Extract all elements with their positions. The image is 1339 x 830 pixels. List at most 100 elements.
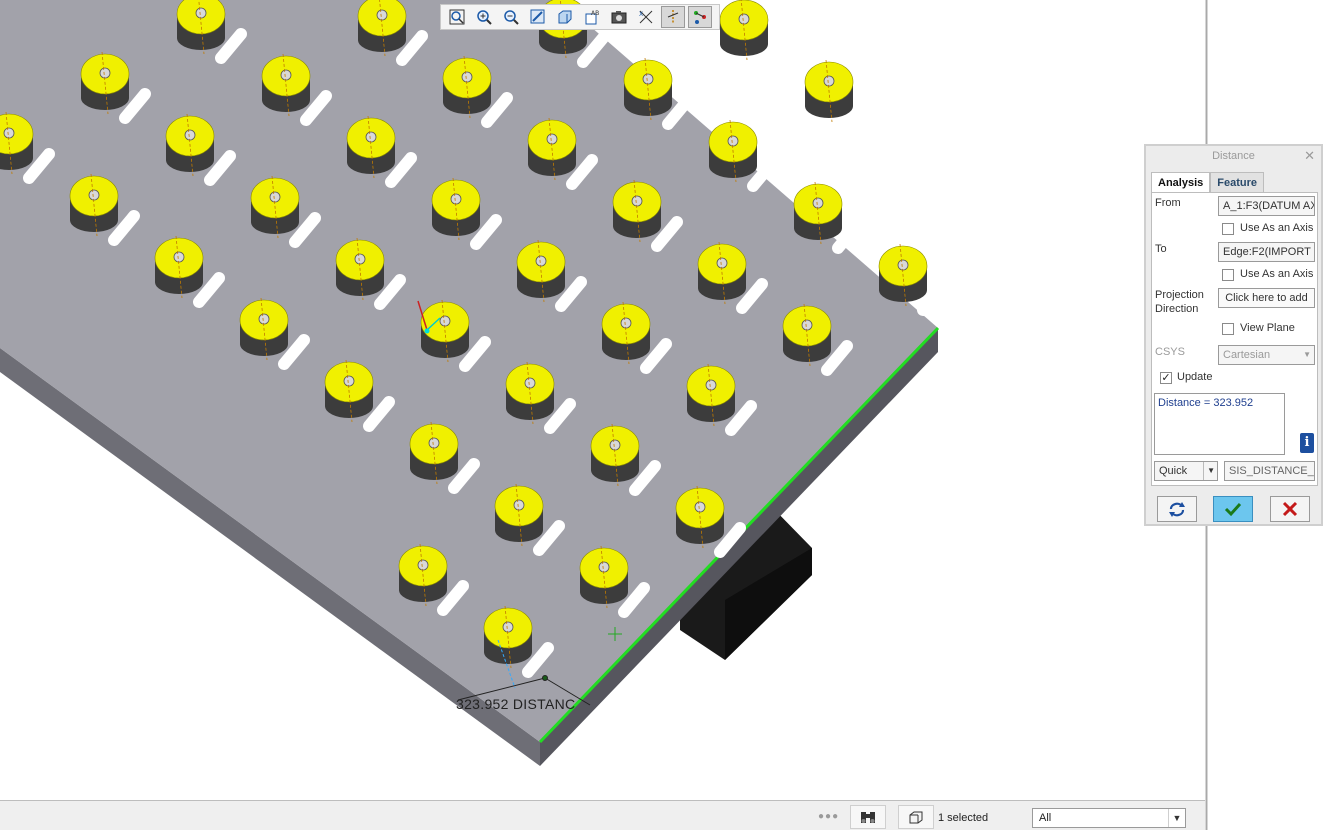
progress-dots-icon: ●●● bbox=[818, 811, 840, 822]
view-plane-checkbox[interactable] bbox=[1222, 323, 1234, 335]
cylinder[interactable] bbox=[708, 119, 758, 183]
distance-dimension-label[interactable]: 323.952 DISTANC bbox=[456, 696, 575, 712]
analysis-panel: From A_1:F3(DATUM AX Use As an Axis To E… bbox=[1151, 192, 1318, 486]
datum-point-display-button[interactable] bbox=[688, 6, 712, 28]
tab-feature[interactable]: Feature bbox=[1210, 172, 1264, 192]
cylinder[interactable] bbox=[804, 59, 854, 123]
cylinder[interactable] bbox=[782, 303, 832, 367]
cylinder[interactable] bbox=[357, 0, 407, 57]
camera-icon bbox=[611, 11, 627, 24]
projection-label-line1: Projection bbox=[1155, 289, 1204, 301]
distance-dialog: Distance ✕ Analysis Feature From A_1:F3(… bbox=[1144, 144, 1323, 526]
refresh-icon bbox=[1169, 502, 1185, 517]
selection-count: 1 selected bbox=[938, 812, 989, 824]
cylinder[interactable] bbox=[516, 239, 566, 303]
datum-display-button[interactable]: X bbox=[634, 6, 658, 28]
dialog-title-bar[interactable]: Distance ✕ bbox=[1146, 146, 1321, 166]
csys-label: CSYS bbox=[1155, 346, 1185, 358]
svg-text:X: X bbox=[639, 11, 643, 18]
mode-value: Quick bbox=[1159, 465, 1188, 477]
cylinder[interactable] bbox=[527, 117, 577, 181]
cylinder[interactable] bbox=[675, 485, 725, 549]
screenshot-button[interactable] bbox=[607, 6, 631, 28]
chevron-down-icon[interactable]: ▼ bbox=[1168, 809, 1185, 827]
to-label: To bbox=[1155, 243, 1167, 255]
model-scene[interactable] bbox=[0, 0, 1205, 800]
cylinder[interactable] bbox=[483, 605, 533, 669]
cylinder[interactable] bbox=[250, 175, 300, 239]
selection-filter-button[interactable] bbox=[898, 805, 934, 829]
cylinder[interactable] bbox=[686, 363, 736, 427]
svg-text:AB: AB bbox=[591, 10, 599, 17]
mode-select[interactable]: Quick ▼ bbox=[1154, 461, 1218, 481]
cylinder[interactable] bbox=[623, 57, 673, 121]
update-label: Update bbox=[1177, 371, 1213, 383]
update-checkbox[interactable]: ✓ bbox=[1160, 372, 1172, 384]
display-style-button[interactable] bbox=[553, 6, 577, 28]
csys-value: Cartesian bbox=[1223, 349, 1271, 361]
projection-direction-button[interactable]: Click here to add bbox=[1218, 288, 1315, 308]
cancel-button[interactable] bbox=[1270, 496, 1310, 522]
cylinder[interactable] bbox=[505, 361, 555, 425]
cylinder[interactable] bbox=[431, 177, 481, 241]
from-label: From bbox=[1155, 197, 1181, 209]
cylinder[interactable] bbox=[239, 297, 289, 361]
zoom-out-button[interactable] bbox=[499, 6, 523, 28]
display-style-icon bbox=[558, 10, 572, 24]
cylinder[interactable] bbox=[697, 241, 747, 305]
chevron-down-icon: ▼ bbox=[1303, 350, 1311, 359]
repaint-button[interactable] bbox=[526, 6, 550, 28]
cylinder[interactable] bbox=[261, 53, 311, 117]
selection-filter-select[interactable]: All ▼ bbox=[1032, 808, 1186, 828]
binoculars-icon bbox=[861, 812, 875, 823]
cylinder[interactable] bbox=[165, 113, 215, 177]
status-bar: ●●● bbox=[0, 800, 1205, 830]
zoom-in-button[interactable] bbox=[472, 6, 496, 28]
from-use-as-axis-checkbox[interactable] bbox=[1222, 223, 1234, 235]
cylinder[interactable] bbox=[719, 0, 769, 61]
cylinder[interactable] bbox=[154, 235, 204, 299]
cylinder[interactable] bbox=[878, 243, 928, 307]
from-reference-field[interactable]: A_1:F3(DATUM AX bbox=[1218, 196, 1315, 216]
cylinder[interactable] bbox=[80, 51, 130, 115]
cylinder[interactable] bbox=[324, 359, 374, 423]
analysis-name-field[interactable]: SIS_DISTANCE_1 bbox=[1224, 461, 1315, 481]
find-button[interactable] bbox=[850, 805, 886, 829]
cylinder[interactable] bbox=[590, 423, 640, 487]
box-select-icon bbox=[909, 811, 923, 824]
chevron-down-icon: ▼ bbox=[1203, 462, 1215, 480]
csys-select[interactable]: Cartesian ▼ bbox=[1218, 345, 1315, 365]
datum-display-icon: X bbox=[639, 10, 653, 24]
dialog-title: Distance bbox=[1212, 150, 1255, 162]
to-use-as-axis-label: Use As an Axis bbox=[1240, 268, 1314, 280]
result-box: Distance = 323.952 bbox=[1154, 393, 1285, 455]
ok-button[interactable] bbox=[1213, 496, 1253, 522]
zoom-fit-button[interactable] bbox=[445, 6, 469, 28]
repeat-button[interactable] bbox=[1157, 496, 1197, 522]
cylinder[interactable] bbox=[346, 115, 396, 179]
graphics-viewport[interactable]: 323.952 DISTANC AB X bbox=[0, 0, 1205, 800]
to-reference-field[interactable]: Edge:F2(IMPORT F bbox=[1218, 242, 1315, 262]
zoom-in-icon bbox=[477, 10, 492, 25]
projection-label-line2: Direction bbox=[1155, 303, 1199, 315]
info-icon[interactable]: i bbox=[1300, 433, 1314, 453]
cylinder[interactable] bbox=[494, 483, 544, 547]
saved-views-button[interactable]: AB bbox=[580, 6, 604, 28]
close-icon[interactable]: ✕ bbox=[1304, 146, 1315, 166]
cylinder[interactable] bbox=[69, 173, 119, 237]
datum-axis-display-button[interactable] bbox=[661, 6, 685, 28]
cylinder[interactable] bbox=[398, 543, 448, 607]
view-toolbar: AB X bbox=[440, 4, 720, 30]
cylinder[interactable] bbox=[579, 545, 629, 609]
cylinder[interactable] bbox=[442, 55, 492, 119]
cylinder[interactable] bbox=[335, 237, 385, 301]
cylinder[interactable] bbox=[409, 421, 459, 485]
cylinder[interactable] bbox=[612, 179, 662, 243]
cylinder[interactable] bbox=[176, 0, 226, 55]
tab-analysis[interactable]: Analysis bbox=[1151, 172, 1211, 193]
view-plane-label: View Plane bbox=[1240, 322, 1295, 334]
selection-filter-value: All bbox=[1039, 812, 1052, 824]
cylinder[interactable] bbox=[793, 181, 843, 245]
to-use-as-axis-checkbox[interactable] bbox=[1222, 269, 1234, 281]
cylinder[interactable] bbox=[601, 301, 651, 365]
